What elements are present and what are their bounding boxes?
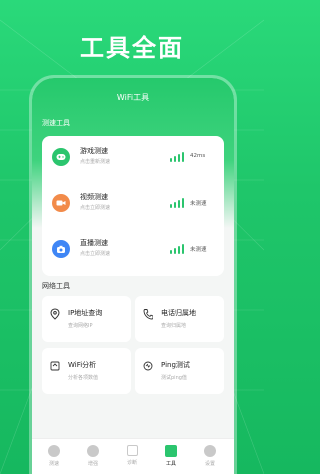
tool-name: IP地址查询 [68, 309, 103, 317]
signal-bars-icon [170, 152, 184, 162]
diagnose-icon [126, 445, 138, 456]
tool-sub: 测试ping值 [161, 375, 187, 381]
live-camera-icon [52, 240, 70, 258]
speed-item-video[interactable]: 视频测速 点击立即测速 未测速 [42, 182, 224, 226]
tool-sub: 查询归属地 [161, 323, 187, 329]
boost-icon [87, 445, 99, 457]
tab-boost[interactable]: 增强 [73, 443, 113, 473]
phone-screen: WiFi工具 测速工具 游戏测速 点击重新测速 42ms 视频测速 点击立即测速… [32, 78, 234, 474]
tool-name: 电话归属地 [161, 309, 196, 317]
gamepad-icon [52, 148, 70, 166]
tool-name: Ping测试 [161, 361, 190, 369]
page-headline: 工具全面 [80, 34, 184, 62]
tab-label: 测速 [48, 461, 59, 467]
tool-wifi-analysis[interactable]: WiFi分析 分析各项数值 [42, 348, 131, 394]
speed-item-sub: 点击立即测速 [80, 251, 111, 257]
gear-icon [204, 445, 216, 457]
app-title: WiFi工具 [116, 93, 150, 102]
tool-ip-lookup[interactable]: IP地址查询 查询网络IP [42, 296, 131, 342]
speed-item-value: 未测速 [190, 201, 207, 207]
tab-speed[interactable]: 测速 [34, 443, 74, 473]
tab-label: 设置 [204, 461, 215, 467]
video-icon [52, 194, 70, 212]
speed-item-name: 直播测速 [80, 239, 108, 247]
wifi-analysis-icon [50, 361, 60, 371]
toolbox-icon [165, 445, 177, 457]
tab-diagnose[interactable]: 诊断 [112, 443, 152, 473]
tab-settings[interactable]: 设置 [190, 443, 230, 473]
speed-item-live[interactable]: 直播测速 点击立即测速 未测速 [42, 228, 224, 272]
location-pin-icon [50, 308, 60, 320]
tool-sub: 分析各项数值 [68, 375, 99, 381]
speed-icon [48, 445, 60, 457]
tab-label: 诊断 [126, 460, 137, 466]
phone-icon [143, 309, 153, 320]
speed-item-value: 42ms [190, 153, 206, 159]
tool-sub: 查询网络IP [68, 323, 93, 329]
speed-item-game[interactable]: 游戏测速 点击重新测速 42ms [42, 136, 224, 180]
tool-ping-test[interactable]: Ping测试 测试ping值 [135, 348, 224, 394]
speed-item-name: 游戏测速 [80, 147, 108, 155]
speed-item-value: 未测速 [190, 247, 207, 253]
bottom-tab-bar: 测速 增强 诊断 工具 设置 [32, 438, 234, 474]
tab-label: 工具 [165, 461, 176, 467]
signal-bars-icon [170, 198, 184, 208]
speed-item-sub: 点击重新测速 [80, 159, 111, 165]
tab-label: 增强 [87, 461, 98, 467]
speed-item-sub: 点击立即测速 [80, 205, 111, 211]
network-section-label: 网络工具 [42, 282, 70, 290]
ping-icon [143, 361, 153, 371]
speed-section-label: 测速工具 [42, 119, 70, 127]
signal-bars-icon [170, 244, 184, 254]
tool-name: WiFi分析 [68, 361, 97, 369]
tool-phone-location[interactable]: 电话归属地 查询归属地 [135, 296, 224, 342]
tab-tools[interactable]: 工具 [151, 443, 191, 473]
speed-item-name: 视频测速 [80, 193, 108, 201]
speed-test-card: 游戏测速 点击重新测速 42ms 视频测速 点击立即测速 未测速 直播测速 点击… [42, 136, 224, 276]
